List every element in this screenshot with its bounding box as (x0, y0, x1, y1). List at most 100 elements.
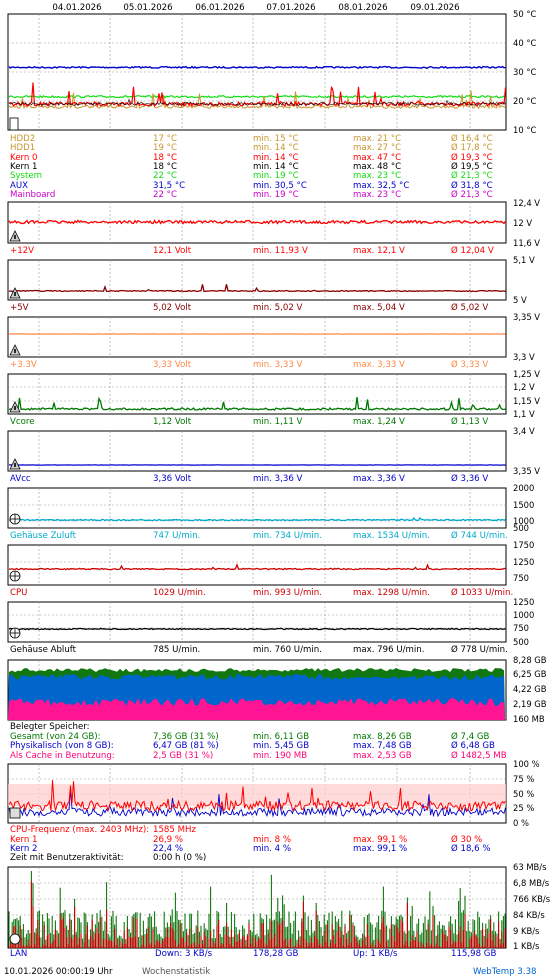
stat-max: max. 1534 U/min. (353, 531, 430, 541)
stat-min: min. 5,02 V (253, 303, 303, 313)
stat-max: max. 796 U/min. (353, 645, 425, 655)
fan_in-row: Gehäuse Zuluft 747 U/min. min. 734 U/min. m… (10, 531, 550, 541)
stat-min: min. 3,36 V (253, 474, 303, 484)
axis-tick-label: 75 % (513, 774, 534, 784)
axis-tick-label: 3,35 V (513, 312, 540, 322)
thermometer-icon (9, 117, 19, 131)
axis-tick-label: 4,22 GB (513, 684, 547, 694)
stat-avg: Ø 21,3 °C (451, 189, 493, 200)
stat-cur: 22 °C (153, 189, 177, 200)
stat-min: min. 190 MB (253, 750, 308, 761)
footer: 10.01.2026 00:00:19 Uhr Wochenstatistik … (0, 965, 550, 979)
axis-tick-label: 50 % (513, 789, 534, 799)
memory-title-label: Belegter Speicher: (10, 722, 90, 732)
axis-tick-label: 5,1 V (513, 255, 535, 265)
fan-icon (9, 570, 21, 582)
v33-row: +3.3V 3,33 Volt min. 3,33 V max. 3,33 V Ø 3,… (10, 360, 550, 370)
axis-tick-label: 84 KB/s (513, 910, 545, 920)
footer-timestamp: 10.01.2026 00:00:19 Uhr (4, 967, 113, 977)
axis-tick-label: 1250 (513, 557, 534, 567)
stat-avg: Ø 1,13 V (451, 417, 489, 427)
cpu-frequency-value: 1585 MHz (153, 825, 196, 835)
axis-tick-label: 2,19 GB (513, 699, 547, 709)
stat-max: max. 5,04 V (353, 303, 405, 313)
stat-min: min. 11,93 V (253, 246, 308, 256)
stat-cur: 12,1 Volt (153, 246, 192, 256)
stat-cur: 5,02 Volt (153, 303, 192, 313)
stat-name: Mainboard (10, 189, 56, 200)
stat-avg: Ø 1482,5 MB (451, 750, 507, 761)
stat-name: Als Cache in Benutzung: (10, 750, 115, 761)
lan-up-total: 115,98 GB (451, 949, 497, 959)
lan-up: Up: 1 KB/s (353, 949, 398, 959)
axis-tick-label: 12 V (513, 218, 532, 228)
stat-min: min. 19 °C (253, 189, 299, 200)
cpu-frequency-label: CPU-Frequenz (max. 2403 MHz): (10, 825, 150, 835)
stat-avg: Ø 1033 U/min. (451, 588, 514, 598)
user-activity-label: Zeit mit Benutzeraktivität: (10, 853, 124, 863)
stat-max: max. 1298 U/min. (353, 588, 430, 598)
v33-chart (7, 316, 507, 358)
axis-tick-label: 3,4 V (513, 426, 535, 436)
memory-title: Belegter Speicher: (10, 722, 550, 732)
stat-name: AVcc (10, 474, 31, 484)
stat-max: max. 2,53 GB (353, 750, 412, 761)
avcc-row: AVcc 3,36 Volt min. 3,36 V max. 3,36 V Ø 3,3… (10, 474, 550, 484)
lan-row: LAN Down: 3 KB/s 178,28 GB Up: 1 KB/s 11… (10, 949, 550, 959)
stat-max: max. 12,1 V (353, 246, 405, 256)
fan-icon (9, 627, 21, 639)
axis-tick-label: 63 MB/s (513, 862, 546, 872)
temperature-row: Mainboard 22 °C min. 19 °C max. 23 °C Ø 21,3… (10, 190, 550, 200)
axis-tick-label: 1,25 V (513, 369, 540, 379)
lan-down: Down: 3 KB/s (155, 949, 213, 959)
stat-name: +5V (10, 303, 29, 313)
date-label: 06.01.2026 (195, 3, 244, 13)
axis-tick-label: 40 °C (513, 38, 537, 48)
lan-chart (7, 866, 507, 949)
v5-row: +5V 5,02 Volt min. 5,02 V max. 5,04 V Ø 5,02… (10, 303, 550, 313)
stat-cur: 1,12 Volt (153, 417, 192, 427)
date-label: 05.01.2026 (123, 3, 172, 13)
webtemp-dashboard: 04.01.2026 05.01.2026 06.01.2026 07.01.2026… (0, 0, 550, 979)
vcore-chart (7, 373, 507, 415)
axis-tick-label: 25 % (513, 803, 534, 813)
stat-max: max. 3,33 V (353, 360, 405, 370)
memory-chart (7, 659, 507, 721)
stat-min: min. 3,33 V (253, 360, 303, 370)
stat-cur: 785 U/min. (153, 645, 201, 655)
stat-cur: 3,36 Volt (153, 474, 192, 484)
footer-mode: Wochenstatistik (142, 967, 211, 977)
stat-cur: 3,33 Volt (153, 360, 192, 370)
fan_in-chart (7, 487, 507, 529)
stat-name: Gehäuse Zuluft (10, 531, 77, 541)
cpu-frequency-row: CPU-Frequenz (max. 2403 MHz): 1585 MHz (10, 825, 550, 835)
axis-tick-label: 20 °C (513, 96, 537, 106)
date-label: 07.01.2026 (266, 3, 315, 13)
user-activity-value: 0:00 h (0 %) (153, 853, 207, 863)
axis-tick-label: 1500 (513, 500, 534, 510)
date-label: 04.01.2026 (52, 3, 101, 13)
axis-tick-label: 2000 (513, 483, 534, 493)
stat-name: +3.3V (10, 360, 37, 370)
axis-tick-label: 9 KB/s (513, 926, 539, 936)
memory-row: Als Cache in Benutzung: 2,5 GB (31 %) min.… (10, 751, 550, 761)
temperature-chart (7, 13, 507, 131)
fan_out-row: Gehäuse Abluft 785 U/min. min. 760 U/min. m… (10, 645, 550, 655)
stat-avg: Ø 3,33 V (451, 360, 489, 370)
stat-min: min. 1,11 V (253, 417, 303, 427)
stat-max: max. 3,36 V (353, 474, 405, 484)
axis-tick-label: 1000 (513, 610, 534, 620)
stat-cur: 2,5 GB (31 %) (153, 750, 214, 761)
stat-avg: Ø 12,04 V (451, 246, 494, 256)
fan-icon (9, 513, 21, 525)
axis-tick-label: 50 °C (513, 9, 537, 19)
axis-tick-label: 1,15 V (513, 396, 540, 406)
axis-tick-label: 1250 (513, 597, 534, 607)
stat-name: Gehäuse Abluft (10, 645, 77, 655)
stat-cur: 747 U/min. (153, 531, 201, 541)
date-label: 08.01.2026 (338, 3, 387, 13)
vcore-row: Vcore 1,12 Volt min. 1,11 V max. 1,24 V Ø 1,… (10, 417, 550, 427)
axis-tick-label: 766 KB/s (513, 894, 550, 904)
cpu-icon (9, 807, 21, 819)
footer-brand[interactable]: WebTemp 3.38 (473, 965, 537, 979)
